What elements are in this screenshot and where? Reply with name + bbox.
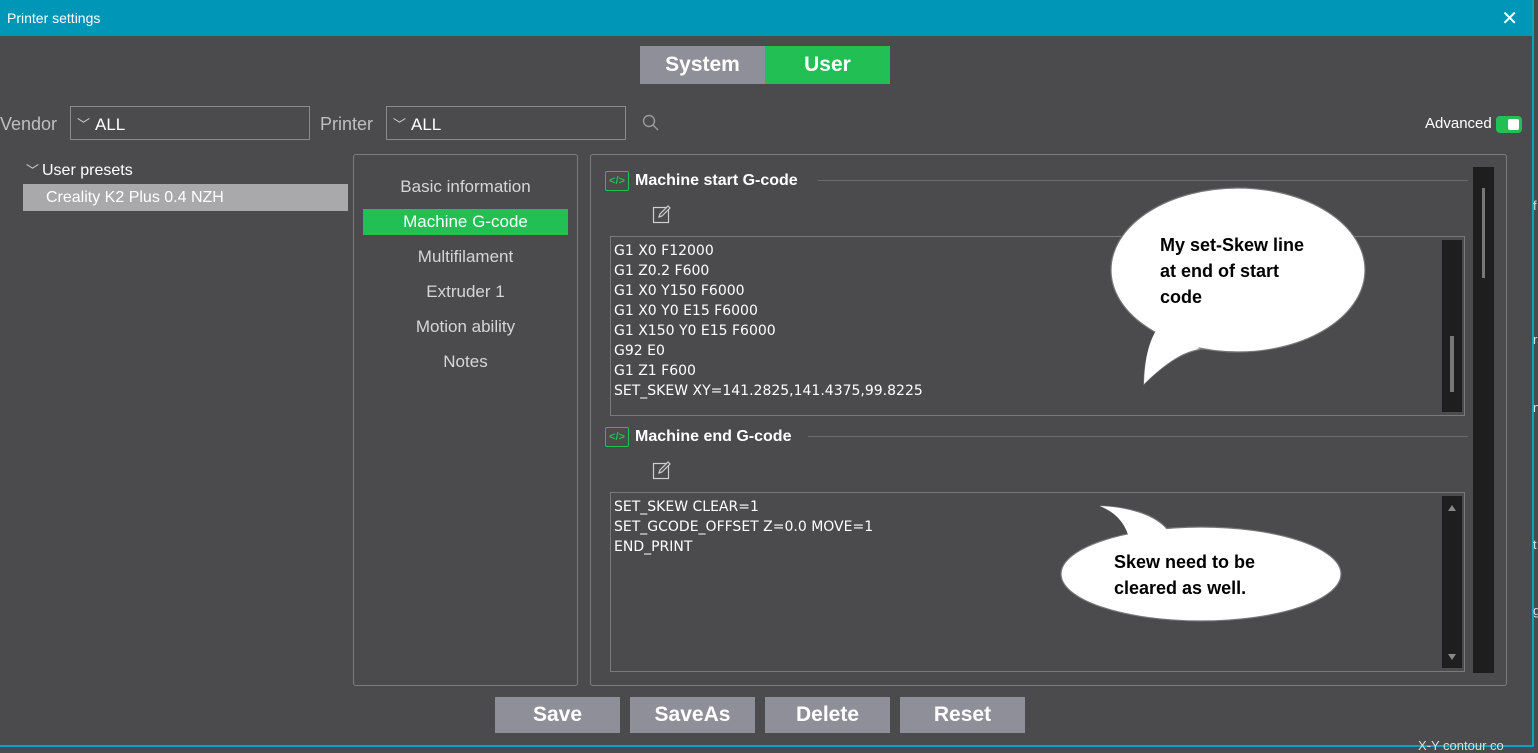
advanced-label: Advanced [1425, 115, 1492, 132]
search-icon[interactable] [642, 114, 660, 132]
vendor-value: ALL [95, 115, 125, 135]
printer-settings-window: Printer settings ✕ System User Vendor ﹀ … [0, 0, 1534, 747]
callout-line: My set-Skew line [1160, 232, 1304, 258]
code-icon: </> [605, 171, 629, 191]
reset-button[interactable]: Reset [900, 697, 1025, 733]
section-divider [818, 180, 1468, 181]
tab-system[interactable]: System [640, 46, 765, 84]
section-divider [808, 436, 1468, 437]
preset-item[interactable]: Creality K2 Plus 0.4 NZH [23, 184, 348, 211]
start-editor-scrollbar[interactable] [1442, 240, 1462, 412]
delete-button[interactable]: Delete [765, 697, 890, 733]
scroll-thumb[interactable] [1482, 188, 1485, 278]
printer-value: ALL [411, 115, 441, 135]
chevron-down-icon: ﹀ [393, 114, 406, 133]
start-gcode-text[interactable]: G1 X0 F12000G1 Z0.2 F600G1 X0 Y150 F6000… [614, 241, 923, 401]
callout-line: Skew need to be [1114, 549, 1255, 575]
presets-group-label: User presets [42, 162, 133, 179]
user-presets-group[interactable]: ﹀User presets [26, 160, 133, 180]
save-as-button[interactable]: SaveAs [630, 697, 755, 733]
code-line: END_PRINT [614, 537, 873, 557]
tab-notes[interactable]: Notes [363, 349, 568, 375]
code-line: G1 X0 Y0 E15 F6000 [614, 301, 923, 321]
code-line: G1 X150 Y0 E15 F6000 [614, 321, 923, 341]
close-icon[interactable]: ✕ [1501, 6, 1518, 31]
tab-user[interactable]: User [765, 46, 890, 84]
settings-scrollbar[interactable] [1473, 167, 1494, 673]
save-button[interactable]: Save [495, 697, 620, 733]
code-icon: </> [605, 427, 629, 447]
tab-motion-ability[interactable]: Motion ability [363, 314, 568, 340]
printer-dropdown[interactable]: ﹀ ALL [386, 106, 626, 140]
background-fragment: n [1533, 400, 1538, 415]
start-gcode-title: Machine start G-code [635, 172, 798, 189]
start-gcode-heading: </> Machine start G-code [605, 171, 798, 191]
vendor-dropdown[interactable]: ﹀ ALL [70, 106, 310, 140]
tab-extruder-1[interactable]: Extruder 1 [363, 279, 568, 305]
tab-multifilament[interactable]: Multifilament [363, 244, 568, 270]
callout-start-text: My set-Skew line at end of start code [1160, 232, 1304, 310]
end-gcode-heading: </> Machine end G-code [605, 427, 791, 447]
end-gcode-text[interactable]: SET_SKEW CLEAR=1SET_GCODE_OFFSET Z=0.0 M… [614, 497, 873, 557]
scroll-thumb[interactable] [1450, 336, 1454, 392]
tab-basic-information[interactable]: Basic information [363, 174, 568, 200]
edit-icon[interactable] [652, 204, 672, 224]
callout-end-text: Skew need to be cleared as well. [1114, 549, 1255, 601]
code-line: G1 X0 F12000 [614, 241, 923, 261]
printer-label: Printer [320, 114, 373, 135]
code-line: G1 Z1 F600 [614, 361, 923, 381]
code-line: SET_SKEW CLEAR=1 [614, 497, 873, 517]
code-line: SET_GCODE_OFFSET Z=0.0 MOVE=1 [614, 517, 873, 537]
toggle-knob [1508, 119, 1519, 130]
chevron-down-icon: ﹀ [77, 114, 90, 133]
title-bar: Printer settings ✕ [0, 0, 1532, 36]
code-line: G1 Z0.2 F600 [614, 261, 923, 281]
callout-line: cleared as well. [1114, 575, 1255, 601]
code-line: G1 X0 Y150 F6000 [614, 281, 923, 301]
background-fragment: f [1533, 198, 1537, 213]
code-line: SET_SKEW XY=141.2825,141.4375,99.8225 [614, 381, 923, 401]
callout-line: code [1160, 284, 1304, 310]
code-line: G92 E0 [614, 341, 923, 361]
scroll-up-icon[interactable] [1448, 505, 1456, 511]
advanced-toggle[interactable] [1496, 116, 1522, 133]
scroll-down-icon[interactable] [1448, 654, 1456, 660]
end-editor-scrollbar[interactable] [1442, 496, 1462, 668]
callout-line: at end of start [1160, 258, 1304, 284]
end-gcode-title: Machine end G-code [635, 428, 791, 445]
background-fragment: g [1533, 603, 1538, 618]
vendor-label: Vendor [0, 114, 57, 135]
window-title: Printer settings [7, 10, 100, 26]
scroll-arrows [1442, 496, 1462, 668]
edit-icon[interactable] [652, 460, 672, 480]
background-fragment: r [1533, 332, 1537, 347]
background-fragment: t [1533, 537, 1537, 552]
tab-machine-gcode[interactable]: Machine G-code [363, 209, 568, 235]
chevron-down-icon: ﹀ [26, 160, 42, 179]
